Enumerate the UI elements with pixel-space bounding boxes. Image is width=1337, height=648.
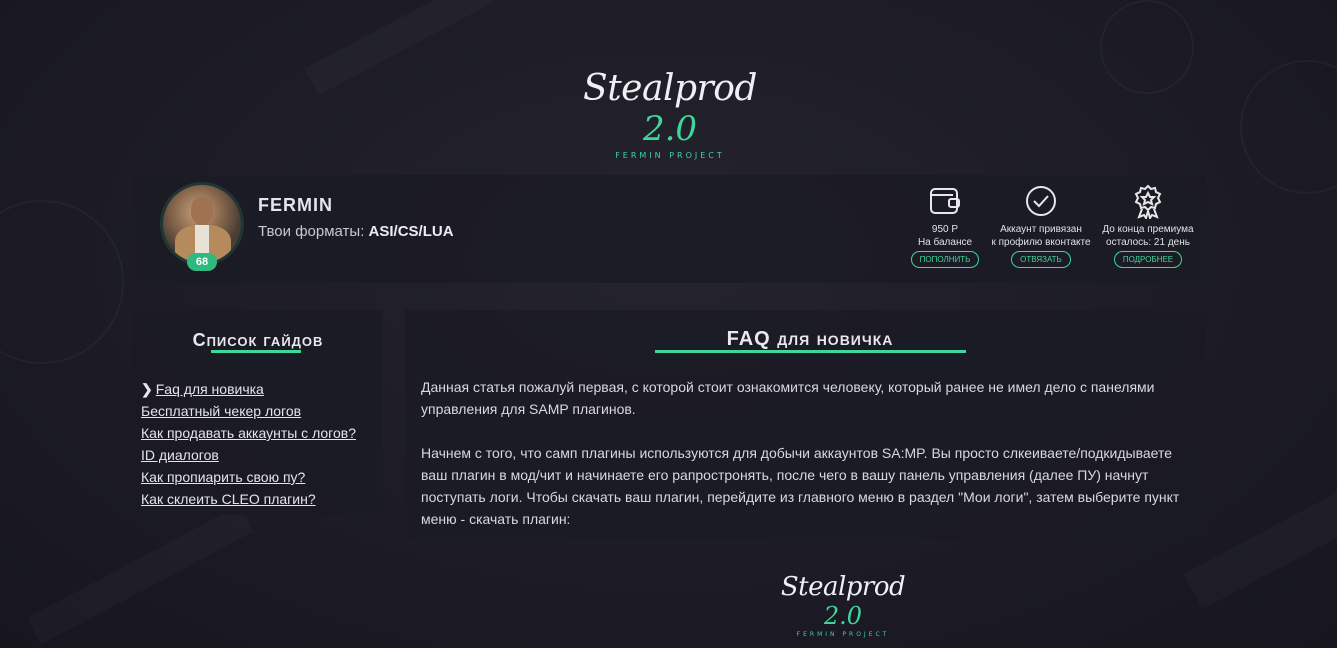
guides-title-underline [211, 350, 301, 353]
check-circle-icon [1023, 183, 1059, 219]
guide-link-cleo[interactable]: Как склеить CLEO плагин? [141, 488, 356, 510]
footer-logo-version: 2.0 [823, 602, 863, 630]
logo-version: 2.0 [642, 109, 698, 149]
background-band [305, 0, 496, 95]
article-paragraph: Данная статья пожалуй первая, с которой … [421, 379, 1155, 417]
premium-stat: До конца премиума осталось: 21 день ПОДР… [1093, 183, 1203, 268]
guides-title: Список гайдов [133, 330, 383, 351]
guides-panel: Список гайдов ❯ Faq для новичка Бесплатны… [133, 310, 383, 515]
formats-label: Твои форматы: [258, 223, 365, 240]
formats-value: ASI/CS/LUA [368, 223, 454, 240]
footer-logo[interactable]: Stealprod 2.0 FERMIN PROJECT [768, 572, 918, 638]
profile-panel: 68 FERMIN Твои форматы: ASI/CS/LUA 950 Р… [133, 175, 1206, 283]
logo-subtitle: FERMIN PROJECT [615, 151, 725, 160]
article-title: FAQ для новичка [655, 328, 965, 351]
vk-status-line2: к профилю вконтакте [991, 237, 1091, 248]
background-ring [0, 200, 124, 364]
guide-link-dialog-ids[interactable]: ID диалогов [141, 444, 356, 466]
premium-line1: До конца премиума [1102, 224, 1194, 235]
avatar[interactable] [163, 185, 241, 263]
background-ring [1240, 60, 1337, 194]
article-title-text: FAQ для новичка [726, 328, 894, 350]
guide-link-label: Faq для новичка [155, 381, 264, 397]
footer-logo-subtitle: FERMIN PROJECT [796, 631, 890, 638]
balance-stat: 950 Р На балансе ПОПОЛНИТЬ [890, 183, 1000, 268]
guides-list: ❯ Faq для новичка Бесплатный чекер логов … [141, 378, 356, 510]
guide-link-sell-accounts[interactable]: Как продавать аккаунты с логов? [141, 422, 356, 444]
article-panel: FAQ для новичка Данная статья пожалуй пе… [405, 310, 1206, 540]
balance-amount: 950 Р [931, 224, 959, 235]
chevron-right-icon: ❯ [141, 381, 153, 397]
site-logo[interactable]: Stealprod 2.0 FERMIN PROJECT [560, 68, 780, 160]
footer-logo-word: Stealprod [780, 572, 906, 602]
level-badge: 68 [187, 253, 217, 271]
guide-link-faq[interactable]: ❯ Faq для новичка [141, 378, 356, 400]
article-title-underline [655, 350, 966, 353]
balance-label: На балансе [917, 237, 973, 248]
premium-line2: осталось: 21 день [1106, 237, 1190, 248]
guide-link-checker[interactable]: Бесплатный чекер логов [141, 400, 356, 422]
wallet-icon [927, 183, 963, 219]
username: FERMIN [258, 195, 333, 215]
article-paragraph: Начнем с того, что самп плагины использу… [421, 445, 1180, 527]
article-body: Данная статья пожалуй первая, с которой … [421, 376, 1201, 552]
guide-link-promote[interactable]: Как пропиарить свою пу? [141, 466, 356, 488]
unlink-button[interactable]: ОТВЯЗАТЬ [1011, 251, 1071, 268]
topup-button[interactable]: ПОПОЛНИТЬ [910, 251, 980, 268]
guides-title-text: Список гайдов [192, 330, 324, 350]
background-band [1183, 471, 1337, 610]
background-ring [1100, 0, 1194, 94]
vk-link-stat: Аккаунт привязан к профилю вконтакте ОТВ… [986, 183, 1096, 268]
background-band [27, 505, 253, 644]
formats-line: Твои форматы: ASI/CS/LUA [258, 223, 454, 240]
vk-status-line1: Аккаунт привязан [1000, 224, 1082, 235]
details-button[interactable]: ПОДРОБНЕЕ [1113, 251, 1183, 268]
award-badge-icon [1130, 183, 1166, 221]
logo-word: Stealprod [583, 68, 757, 109]
